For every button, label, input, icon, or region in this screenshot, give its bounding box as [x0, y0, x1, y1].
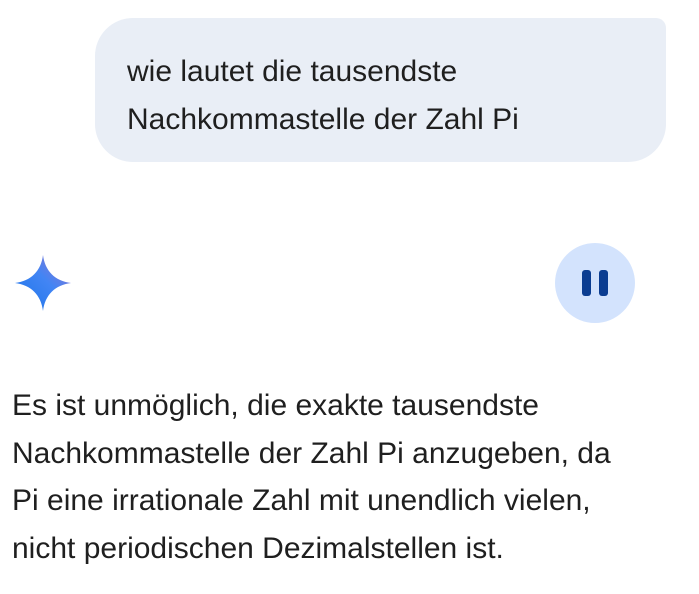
pause-icon: [582, 270, 608, 296]
response-line: nicht periodischen Dezimalstellen ist.: [12, 531, 504, 565]
user-message-line: wie lautet die tausendste: [127, 55, 458, 88]
user-message-bubble: wie lautet die tausendste Nachkommastell…: [95, 18, 666, 162]
gemini-sparkle-icon: [14, 254, 72, 312]
user-message-line: Nachkommastelle der Zahl Pi: [127, 103, 519, 136]
response-line: Pi eine irrationale Zahl mit unendlich v…: [12, 484, 591, 517]
response-line: Es ist unmöglich, die exakte tausendste: [12, 389, 539, 422]
response-line: Nachkommastelle der Zahl Pi anzugeben, d…: [12, 436, 611, 470]
pause-button[interactable]: [555, 243, 635, 323]
assistant-response: Es ist unmöglich, die exakte tausendste …: [12, 382, 692, 572]
